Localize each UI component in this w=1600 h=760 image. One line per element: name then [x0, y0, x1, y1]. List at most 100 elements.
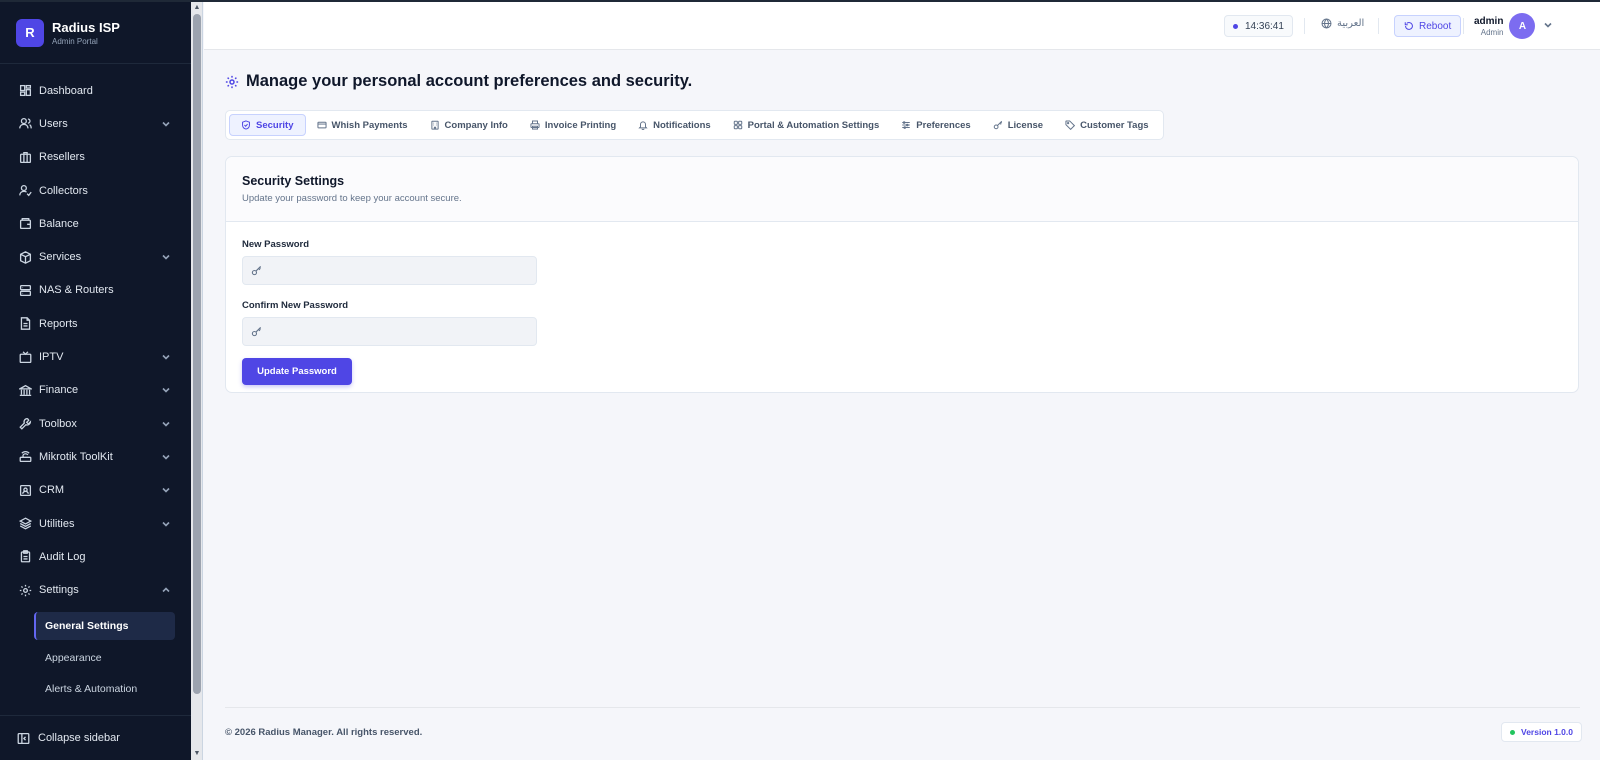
chevron-down-icon[interactable] [1543, 17, 1553, 35]
tab-portal-automation-settings[interactable]: Portal & Automation Settings [722, 114, 891, 136]
user-role: Admin [1480, 27, 1504, 37]
tab-invoice-printing[interactable]: Invoice Printing [519, 114, 627, 136]
chevron-down-icon [161, 352, 171, 362]
confirm-password-label: Confirm New Password [242, 300, 349, 311]
sidebar: R Radius ISP Admin Portal Dashboard User… [0, 2, 191, 760]
sidebar-item-label: Balance [39, 217, 79, 230]
sidebar-nav: Dashboard Users Resellers Collectors Bal… [0, 74, 191, 705]
chevron-down-icon [161, 519, 171, 529]
confirm-password-field[interactable] [242, 317, 537, 346]
security-settings-card: Security Settings Update your password t… [225, 156, 1579, 393]
avatar[interactable]: A [1509, 13, 1536, 39]
update-password-button[interactable]: Update Password [242, 358, 352, 385]
sidebar-item-toolbox[interactable]: Toolbox [0, 407, 191, 440]
wrench-icon [18, 417, 32, 431]
sidebar-item-collectors[interactable]: Collectors [0, 174, 191, 207]
brand-logo: R [16, 18, 44, 47]
key-icon [251, 326, 262, 337]
gear-icon [225, 75, 239, 88]
sidebar-item-mikrotik-toolkit[interactable]: Mikrotik ToolKit [0, 440, 191, 473]
new-password-input[interactable] [268, 265, 536, 276]
sidebar-item-audit-log[interactable]: Audit Log [0, 540, 191, 573]
tab-whish-payments[interactable]: Whish Payments [306, 114, 419, 136]
sidebar-item-services[interactable]: Services [0, 240, 191, 273]
tab-preferences[interactable]: Preferences [890, 114, 981, 136]
user-check-icon [18, 184, 32, 198]
chevron-up-icon [161, 585, 171, 595]
sidebar-item-iptv[interactable]: IPTV [0, 340, 191, 373]
brand-subtitle: Admin Portal [52, 36, 98, 46]
footer-divider [225, 707, 1580, 708]
scroll-down-arrow-icon[interactable]: ▼ [193, 750, 201, 758]
new-password-field[interactable] [242, 256, 537, 285]
header-divider [1463, 18, 1464, 34]
sidebar-item-utilities[interactable]: Utilities [0, 507, 191, 540]
sidebar-item-balance[interactable]: Balance [0, 207, 191, 240]
sidebar-item-settings[interactable]: Settings [0, 573, 191, 606]
tag-icon [1065, 120, 1076, 130]
sidebar-item-label: Resellers [39, 151, 85, 164]
user-name: admin [1474, 15, 1504, 27]
copyright-text: © 2026 Radius Manager. All rights reserv… [225, 727, 423, 738]
wallet-icon [18, 217, 32, 231]
version-label: Version 1.0.0 [1521, 727, 1573, 737]
top-header: 14:36:41 العربية Reboot admin Admin A [204, 2, 1600, 50]
sidebar-item-crm[interactable]: CRM [0, 474, 191, 507]
sidebar-subitem-appearance[interactable]: Appearance [34, 643, 175, 673]
clock-status-dot [1233, 23, 1238, 29]
chevron-down-icon [161, 119, 171, 129]
bank-icon [18, 383, 32, 397]
settings-submenu: General Settings Appearance Alerts & Aut… [0, 611, 191, 704]
building-icon [430, 120, 439, 130]
tab-label: Customer Tags [1080, 119, 1149, 131]
chevron-down-icon [161, 385, 171, 395]
clipboard-icon [18, 550, 32, 564]
sidebar-item-users[interactable]: Users [0, 107, 191, 140]
tab-notifications[interactable]: Notifications [627, 114, 722, 136]
collapse-sidebar-button[interactable]: Collapse sidebar [0, 715, 191, 760]
dashboard-icon [18, 84, 32, 98]
tab-label: Security [256, 119, 294, 131]
confirm-password-input[interactable] [268, 326, 536, 337]
sidebar-toggle-icon [17, 732, 30, 744]
brand[interactable]: R Radius ISP Admin Portal [0, 2, 191, 64]
sidebar-item-label: IPTV [39, 351, 64, 364]
sidebar-item-label: Mikrotik ToolKit [39, 450, 113, 463]
tab-security[interactable]: Security [229, 114, 306, 136]
key-icon [993, 120, 1002, 130]
card-icon [316, 121, 327, 129]
sidebar-subitem-alerts-automation[interactable]: Alerts & Automation [34, 674, 175, 704]
sidebar-item-nas-routers[interactable]: NAS & Routers [0, 274, 191, 307]
box-icon [18, 250, 32, 264]
clock-badge: 14:36:41 [1224, 15, 1293, 37]
bell-icon [638, 121, 648, 130]
users-icon [18, 117, 32, 131]
briefcase-icon [18, 150, 32, 164]
tv-icon [18, 350, 32, 364]
sidebar-item-finance[interactable]: Finance [0, 374, 191, 407]
sidebar-item-dashboard[interactable]: Dashboard [0, 74, 191, 107]
tab-label: Company Info [444, 119, 508, 131]
rotate-icon [1404, 22, 1413, 30]
sidebar-item-label: Dashboard [39, 84, 93, 97]
tab-label: Portal & Automation Settings [747, 119, 880, 131]
language-switch[interactable]: العربية [1321, 18, 1364, 29]
sidebar-scrollbar[interactable]: ▲ ▼ [191, 2, 203, 760]
sidebar-subitem-general-settings[interactable]: General Settings [34, 611, 175, 640]
scroll-thumb[interactable] [193, 14, 201, 694]
page-title: Manage your personal account preferences… [225, 72, 692, 91]
key-icon [251, 265, 262, 276]
sidebar-item-reports[interactable]: Reports [0, 307, 191, 340]
sidebar-item-resellers[interactable]: Resellers [0, 141, 191, 174]
reboot-button[interactable]: Reboot [1394, 15, 1462, 37]
tab-license[interactable]: License [982, 114, 1054, 136]
user-menu[interactable]: admin Admin A [1474, 13, 1553, 39]
scroll-up-arrow-icon[interactable]: ▲ [193, 4, 201, 12]
clock-time: 14:36:41 [1245, 20, 1284, 32]
sidebar-item-label: Audit Log [39, 550, 86, 563]
sidebar-item-label: Finance [39, 384, 79, 397]
file-icon [18, 317, 32, 331]
card-description: Update your password to keep your accoun… [242, 193, 462, 204]
tab-customer-tags[interactable]: Customer Tags [1054, 114, 1159, 136]
tab-company-info[interactable]: Company Info [419, 114, 519, 136]
